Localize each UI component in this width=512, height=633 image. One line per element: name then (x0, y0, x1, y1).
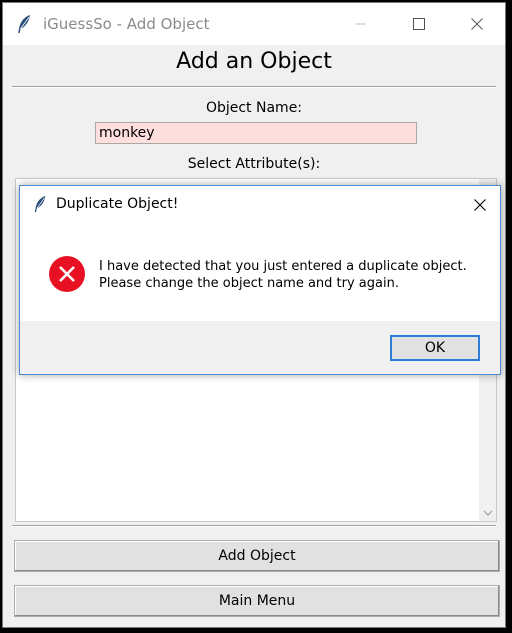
window-close-button[interactable] (448, 3, 505, 45)
feather-icon (34, 196, 46, 212)
feather-icon (18, 15, 30, 33)
minimize-button[interactable] (332, 3, 390, 45)
object-name-input[interactable] (95, 122, 417, 144)
maximize-button[interactable] (390, 3, 448, 45)
dialog-footer: OK (20, 321, 500, 374)
dialog-title: Duplicate Object! (56, 196, 179, 212)
app-window: iGuessSo - Add Object Add an Object Obje… (2, 2, 506, 628)
scroll-down-button[interactable] (479, 504, 496, 521)
close-icon (471, 18, 483, 30)
duplicate-object-dialog: Duplicate Object! I have detected that y… (19, 185, 501, 375)
window-title: iGuessSo - Add Object (43, 15, 210, 33)
title-bar[interactable]: iGuessSo - Add Object (3, 3, 505, 45)
close-icon (474, 199, 486, 211)
object-name-label: Object Name: (205, 100, 303, 116)
page-title: Add an Object (176, 49, 332, 74)
ok-button[interactable]: OK (390, 335, 480, 361)
bottom-divider (12, 525, 496, 527)
maximize-icon (413, 18, 425, 30)
dialog-message-line-2: Please change the object name and try ag… (99, 276, 399, 291)
select-attributes-label: Select Attribute(s): (187, 156, 321, 172)
add-object-button[interactable]: Add Object (14, 540, 500, 572)
minimize-icon (356, 23, 366, 25)
top-divider (12, 86, 496, 88)
error-icon (49, 256, 85, 292)
dialog-message-line-1: I have detected that you just entered a … (99, 259, 467, 274)
dialog-close-button[interactable] (468, 193, 492, 217)
main-menu-button[interactable]: Main Menu (14, 585, 500, 617)
dialog-message: I have detected that you just entered a … (99, 258, 467, 292)
chevron-down-icon (483, 510, 492, 516)
